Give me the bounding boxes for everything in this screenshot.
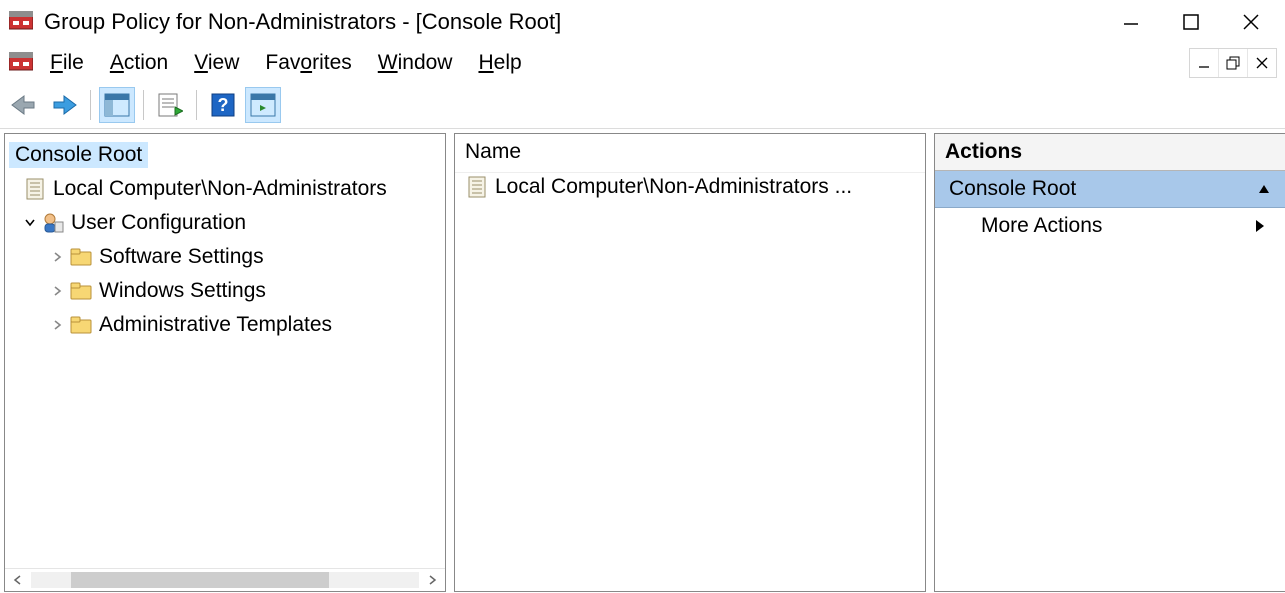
policy-doc-icon [23,178,47,200]
collapse-icon[interactable] [1257,183,1271,195]
back-button[interactable] [6,87,42,123]
list-item[interactable]: Local Computer\Non-Administrators ... [455,173,925,201]
show-hide-tree-button[interactable] [99,87,135,123]
list-item-label: Local Computer\Non-Administrators ... [495,175,852,199]
app-icon-small [8,51,34,75]
actions-pane: Actions Console Root More Actions [934,133,1285,592]
show-hide-action-pane-button[interactable] [245,87,281,123]
maximize-button[interactable] [1161,4,1221,40]
tree-node-label: Windows Settings [99,279,266,303]
tree-node-label: Software Settings [99,245,264,269]
folder-icon [69,280,93,302]
tree-node-software[interactable]: Software Settings [9,240,441,274]
actions-context-label: Console Root [949,177,1076,201]
window-title: Group Policy for Non-Administrators - [C… [44,9,561,35]
minimize-button[interactable] [1101,4,1161,40]
chevron-right-icon[interactable] [49,251,67,263]
tree-node-label: Local Computer\Non-Administrators [53,177,387,201]
menu-file[interactable]: File [50,51,84,75]
help-button[interactable]: ? [205,87,241,123]
scroll-left-button[interactable] [7,571,29,589]
tree-root[interactable]: Console Root [9,142,148,168]
scrollbar-thumb[interactable] [71,572,329,588]
mdi-close-button[interactable] [1247,49,1276,77]
chevron-down-icon[interactable] [21,217,39,229]
chevron-right-icon[interactable] [49,319,67,331]
menu-favorites[interactable]: Favorites [265,51,351,75]
user-config-icon [41,212,65,234]
folder-icon [69,246,93,268]
tree-node-policy[interactable]: Local Computer\Non-Administrators [9,172,441,206]
policy-doc-icon [465,176,489,198]
mdi-minimize-button[interactable] [1190,49,1218,77]
tree-node-label: Administrative Templates [99,313,332,337]
chevron-right-icon[interactable] [49,285,67,297]
actions-more-label: More Actions [981,214,1102,238]
list-column-name[interactable]: Name [455,134,925,173]
menu-help[interactable]: Help [478,51,521,75]
app-icon [8,10,34,34]
export-list-button[interactable] [152,87,188,123]
menu-window[interactable]: Window [378,51,453,75]
submenu-arrow-icon [1255,219,1265,233]
menu-action[interactable]: Action [110,51,168,75]
tree-node-admin-templates[interactable]: Administrative Templates [9,308,441,342]
svg-text:?: ? [218,95,229,115]
actions-pane-header: Actions [935,134,1285,171]
mdi-restore-button[interactable] [1218,49,1247,77]
folder-icon [69,314,93,336]
forward-button[interactable] [46,87,82,123]
tree-node-user-config[interactable]: User Configuration [9,206,441,240]
scrollbar-track[interactable] [31,572,419,588]
tree-node-label: User Configuration [71,211,246,235]
actions-context-header[interactable]: Console Root [935,171,1285,208]
list-pane: Name Local Computer\Non-Administrators .… [454,133,926,592]
menu-view[interactable]: View [194,51,239,75]
close-button[interactable] [1221,4,1281,40]
tree-pane: Console Root Local Computer\Non-Administ… [4,133,446,592]
actions-more[interactable]: More Actions [935,208,1285,244]
tree-node-windows[interactable]: Windows Settings [9,274,441,308]
scroll-right-button[interactable] [421,571,443,589]
